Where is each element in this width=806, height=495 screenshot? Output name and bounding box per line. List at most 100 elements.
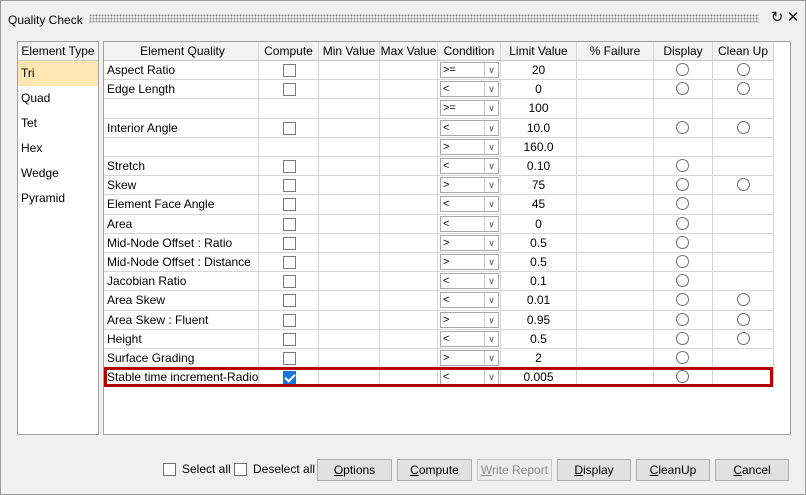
limit-value[interactable]: 20 <box>501 61 577 81</box>
column-header[interactable]: % Failure <box>577 42 654 62</box>
compute-checkbox[interactable] <box>283 160 296 173</box>
close-icon[interactable]: ✕ <box>785 10 801 26</box>
condition-select[interactable]: > ∨ <box>440 234 499 251</box>
chevron-down-icon[interactable]: ∨ <box>484 351 498 365</box>
compute-checkbox[interactable] <box>283 371 296 385</box>
chevron-down-icon[interactable]: ∨ <box>484 312 498 327</box>
cleanup-radio[interactable] <box>737 120 750 134</box>
compute-checkbox[interactable] <box>283 313 296 327</box>
cleanup-radio[interactable] <box>737 178 750 192</box>
column-header[interactable]: Compute <box>259 42 319 62</box>
limit-value[interactable]: 2 <box>501 349 577 369</box>
element-type-item[interactable]: Tri <box>18 61 98 86</box>
chevron-down-icon[interactable]: ∨ <box>484 255 498 269</box>
display-radio[interactable] <box>676 351 689 364</box>
cleanup-radio[interactable] <box>737 312 750 326</box>
condition-select[interactable]: < ∨ <box>440 119 499 136</box>
display-radio[interactable] <box>676 370 689 384</box>
select-all-checkbox[interactable] <box>163 463 176 476</box>
display-radio[interactable] <box>676 312 689 326</box>
cancel-button[interactable]: Cancel <box>715 459 789 481</box>
element-type-item[interactable]: Pyramid <box>18 186 98 211</box>
limit-value[interactable]: 0.01 <box>501 291 577 311</box>
display-radio[interactable] <box>676 120 689 134</box>
condition-select[interactable]: < ∨ <box>440 158 499 174</box>
condition-select[interactable]: > ∨ <box>440 177 499 194</box>
chevron-down-icon[interactable]: ∨ <box>484 178 498 193</box>
options-button[interactable]: Options <box>317 459 392 481</box>
deselect-all-checkbox[interactable] <box>234 463 247 476</box>
condition-select[interactable]: >= ∨ <box>440 62 499 78</box>
column-header[interactable]: Display <box>654 42 713 62</box>
compute-checkbox[interactable] <box>283 236 296 250</box>
limit-value[interactable]: 0.5 <box>501 233 577 253</box>
display-radio[interactable] <box>676 255 689 268</box>
display-radio[interactable] <box>676 159 689 172</box>
condition-select[interactable]: < ∨ <box>440 330 499 347</box>
condition-select[interactable]: > ∨ <box>440 350 499 366</box>
element-type-item[interactable]: Quad <box>18 86 98 111</box>
column-header[interactable]: Min Value <box>319 42 380 62</box>
limit-value[interactable]: 0.10 <box>501 157 577 177</box>
limit-value[interactable]: 75 <box>501 176 577 196</box>
limit-value[interactable]: 0 <box>501 214 577 234</box>
chevron-down-icon[interactable]: ∨ <box>484 159 498 173</box>
chevron-down-icon[interactable]: ∨ <box>484 197 498 212</box>
limit-value[interactable]: 45 <box>501 195 577 215</box>
drag-grip[interactable] <box>89 14 759 23</box>
display-radio[interactable] <box>676 235 689 249</box>
compute-checkbox[interactable] <box>283 198 296 212</box>
compute-checkbox[interactable] <box>283 332 296 346</box>
element-type-item[interactable]: Wedge <box>18 161 98 186</box>
display-radio[interactable] <box>676 63 689 76</box>
display-radio[interactable] <box>676 331 689 345</box>
display-radio[interactable] <box>676 293 689 307</box>
chevron-down-icon[interactable]: ∨ <box>484 216 498 231</box>
display-radio[interactable] <box>676 274 689 288</box>
compute-checkbox[interactable] <box>283 256 296 269</box>
limit-value[interactable]: 10.0 <box>501 118 577 138</box>
chevron-down-icon[interactable]: ∨ <box>484 63 498 77</box>
limit-value[interactable]: 0.95 <box>501 310 577 330</box>
compute-checkbox[interactable] <box>283 121 296 135</box>
chevron-down-icon[interactable]: ∨ <box>484 274 498 289</box>
refresh-icon[interactable]: ↻ <box>769 10 785 26</box>
display-radio[interactable] <box>676 178 689 192</box>
cleanup-radio[interactable] <box>737 331 750 345</box>
condition-select[interactable]: < ∨ <box>440 273 499 290</box>
limit-value[interactable]: 0.1 <box>501 272 577 292</box>
chevron-down-icon[interactable]: ∨ <box>484 235 498 250</box>
column-header[interactable]: Element Quality <box>104 42 259 62</box>
cleanup-radio[interactable] <box>737 293 750 307</box>
compute-checkbox[interactable] <box>283 294 296 308</box>
condition-select[interactable]: >= ∨ <box>440 100 499 117</box>
element-type-item[interactable]: Tet <box>18 111 98 136</box>
cleanup-radio[interactable] <box>737 82 750 96</box>
display-radio[interactable] <box>676 82 689 96</box>
compute-checkbox[interactable] <box>283 352 296 365</box>
column-header[interactable]: Condition <box>438 42 501 62</box>
limit-value[interactable]: 160.0 <box>501 137 577 157</box>
display-button[interactable]: Display <box>557 459 631 481</box>
condition-select[interactable]: < ∨ <box>440 196 499 213</box>
condition-select[interactable]: < ∨ <box>440 81 499 98</box>
compute-checkbox[interactable] <box>283 179 296 193</box>
condition-select[interactable]: > ∨ <box>440 311 499 328</box>
display-radio[interactable] <box>676 216 689 230</box>
chevron-down-icon[interactable]: ∨ <box>484 82 498 97</box>
condition-select[interactable]: > ∨ <box>440 254 499 270</box>
chevron-down-icon[interactable]: ∨ <box>484 101 498 116</box>
condition-select[interactable]: > ∨ <box>440 138 499 155</box>
condition-select[interactable]: < ∨ <box>440 215 499 232</box>
limit-value[interactable]: 0.5 <box>501 253 577 273</box>
condition-select[interactable]: < ∨ <box>440 292 499 309</box>
chevron-down-icon[interactable]: ∨ <box>484 331 498 346</box>
limit-value[interactable]: 0.5 <box>501 329 577 349</box>
compute-checkbox[interactable] <box>283 83 296 97</box>
compute-checkbox[interactable] <box>283 217 296 231</box>
chevron-down-icon[interactable]: ∨ <box>484 370 498 385</box>
cleanup-radio[interactable] <box>737 63 750 76</box>
display-radio[interactable] <box>676 197 689 211</box>
limit-value[interactable]: 0 <box>501 80 577 100</box>
compute-checkbox[interactable] <box>283 275 296 289</box>
